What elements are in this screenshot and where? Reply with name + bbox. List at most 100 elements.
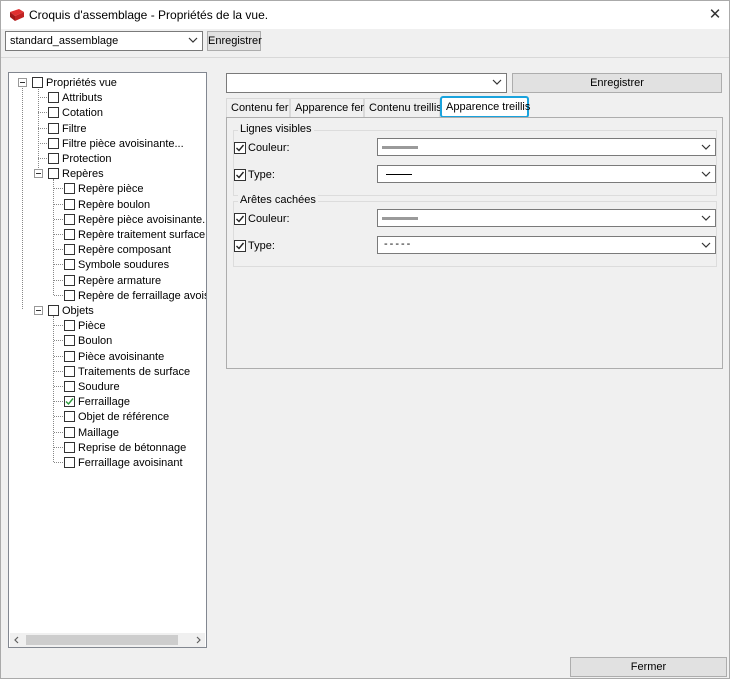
visible-color-checkbox[interactable] (234, 142, 246, 154)
checkmark-icon (65, 398, 74, 406)
preset-select-value: standard_assemblage (10, 35, 119, 47)
tree-connector (54, 325, 63, 327)
tree-checkbox[interactable] (64, 350, 75, 362)
tree-checkbox[interactable] (64, 259, 75, 271)
tree-item-24[interactable]: Ferraillage avoisinant (9, 455, 206, 470)
tab-contenu-fer[interactable]: Contenu fer (226, 98, 290, 118)
tree-item-0[interactable]: Attributs (9, 90, 206, 105)
tree-item-20[interactable]: Ferraillage (9, 394, 206, 409)
tab-contenu-treillis[interactable]: Contenu treillis (364, 98, 442, 118)
close-button[interactable]: Fermer (570, 657, 727, 677)
tree-checkbox[interactable] (48, 107, 59, 119)
tree-checkbox[interactable] (48, 122, 59, 134)
tree-connector (54, 462, 63, 463)
appearance-save-button[interactable]: Enregistrer (512, 73, 722, 93)
tree-checkbox[interactable] (64, 198, 75, 210)
tree-checkbox[interactable] (64, 320, 75, 332)
tree-item-8[interactable]: Repère pièce avoisinante... (9, 212, 207, 227)
tree-item-proprietes-vue[interactable]: Propriétés vue (9, 75, 206, 90)
tree-checkbox[interactable] (48, 92, 59, 104)
close-icon[interactable]: ✕ (701, 3, 729, 27)
tree-checkbox[interactable] (64, 381, 75, 392)
tree-connector (54, 218, 63, 220)
tree-checkbox[interactable] (48, 305, 59, 316)
tab-apparence-treillis[interactable]: Apparence treillis (440, 96, 530, 118)
tree-item-label: Soudure (78, 381, 120, 393)
tree-checkbox[interactable] (32, 77, 43, 88)
tree-item-label: Pièce avoisinante (78, 350, 165, 363)
color-swatch (382, 146, 418, 149)
tree-item-21[interactable]: Objet de référence (9, 409, 206, 424)
tree-checkbox[interactable] (64, 411, 75, 423)
tree-checkbox[interactable] (64, 365, 75, 377)
tree-item-4[interactable]: Protection (9, 151, 206, 166)
hidden-color-select[interactable] (377, 209, 716, 227)
tree-checkbox[interactable] (64, 441, 75, 453)
visible-color-select[interactable] (377, 138, 716, 156)
tree-item-18[interactable]: Traitements de surface (9, 364, 206, 379)
appearance-preset-select[interactable] (226, 73, 507, 93)
collapse-icon[interactable] (18, 78, 27, 87)
tree-connector (54, 234, 63, 235)
tree-checkbox[interactable] (64, 274, 75, 286)
chevron-down-icon (188, 37, 198, 43)
tree-checkbox[interactable] (48, 137, 59, 149)
tree-item-label: Repère boulon (78, 198, 151, 211)
preset-select[interactable]: standard_assemblage (5, 31, 203, 51)
tree-checkbox[interactable] (48, 153, 59, 164)
chevron-down-icon (701, 144, 711, 150)
tree-item-5[interactable]: Repères (9, 166, 206, 181)
tree-item-11[interactable]: Symbole soudures (9, 257, 206, 272)
tree-connector (54, 355, 63, 357)
tree-checkbox[interactable] (64, 335, 75, 347)
tree-item-label: Repère pièce avoisinante... (78, 213, 207, 226)
tree-checkbox[interactable] (64, 213, 75, 225)
horizontal-scrollbar[interactable] (10, 633, 205, 647)
tree-item-label: Protection (62, 153, 112, 165)
tree-item-23[interactable]: Reprise de bétonnage (9, 440, 206, 455)
tree-checkbox[interactable] (64, 426, 75, 438)
tree-item-12[interactable]: Repère armature (9, 273, 206, 288)
tree-item-3[interactable]: Filtre pièce avoisinante... (9, 136, 206, 151)
tree-item-label: Repère composant (78, 244, 171, 257)
tree-item-17[interactable]: Pièce avoisinante (9, 349, 206, 364)
tree-item-1[interactable]: Cotation (9, 105, 206, 120)
tree-item-22[interactable]: Maillage (9, 425, 206, 440)
preset-save-button[interactable]: Enregistrer (207, 31, 262, 51)
tree-checkbox[interactable] (64, 183, 75, 195)
tree-item-9[interactable]: Repère traitement surface (9, 227, 206, 242)
tree-item-2[interactable]: Filtre (9, 121, 206, 136)
hidden-type-select[interactable]: ----- (377, 236, 716, 254)
tree-connector (38, 97, 47, 99)
tree-connector (54, 188, 63, 190)
visible-type-checkbox[interactable] (234, 169, 246, 181)
tree-checkbox[interactable] (48, 168, 59, 180)
checkmark-icon (236, 215, 245, 223)
tree-checkbox[interactable] (64, 457, 75, 468)
scrollbar-thumb[interactable] (26, 635, 178, 645)
tree-checkbox[interactable] (64, 289, 75, 301)
checkmark-icon (236, 242, 245, 250)
visible-type-select[interactable] (377, 165, 716, 183)
tree-item-10[interactable]: Repère composant (9, 242, 206, 257)
tree-item-label: Propriétés vue (46, 77, 117, 89)
tree-item-13[interactable]: Repère de ferraillage avoisinant (9, 288, 206, 303)
tree-item-15[interactable]: Pièce (9, 318, 206, 333)
tree-checkbox[interactable] (64, 396, 75, 408)
tree-item-19[interactable]: Soudure (9, 379, 206, 394)
collapse-icon[interactable] (34, 306, 43, 315)
tree-checkbox[interactable] (64, 229, 75, 240)
tree-item-14[interactable]: Objets (9, 303, 206, 318)
tree-connector (54, 370, 63, 372)
tab-apparence-fer[interactable]: Apparence fer (290, 98, 364, 118)
scroll-right-icon[interactable] (191, 633, 205, 647)
scroll-left-icon[interactable] (10, 633, 24, 647)
separator (1, 57, 729, 58)
hidden-type-checkbox[interactable] (234, 240, 246, 252)
tree-item-6[interactable]: Repère pièce (9, 181, 206, 196)
hidden-color-checkbox[interactable] (234, 213, 246, 225)
tree-item-7[interactable]: Repère boulon (9, 197, 206, 212)
tree-checkbox[interactable] (64, 244, 75, 256)
collapse-icon[interactable] (34, 169, 43, 179)
tree-item-16[interactable]: Boulon (9, 333, 206, 348)
